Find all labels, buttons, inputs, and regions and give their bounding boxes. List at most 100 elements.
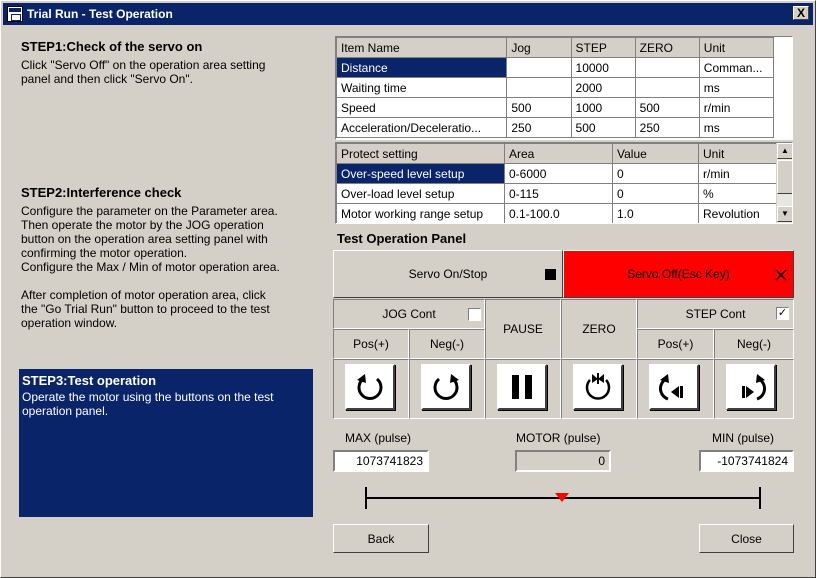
step2-text: Configure the parameter on the Parameter… [21,204,280,330]
scroll-up-icon[interactable]: ▲ [777,143,792,159]
pause-icon [512,375,532,399]
servo-off-label: Servo Off(Esc Key) [627,267,730,281]
trial-run-window: Trial Run - Test Operation X STEP1:Check… [0,0,816,578]
table-cell[interactable]: Comman... [698,57,775,78]
servo-off-button[interactable]: Servo Off(Esc Key) [563,250,794,298]
parameter-grid: Item Name Jog STEP ZERO Unit Distance 10… [335,36,793,140]
step-neg-button[interactable] [726,364,776,410]
table-cell[interactable]: Acceleration/Deceleratio... [336,117,508,138]
zero-label: ZERO [582,322,616,336]
table-cell[interactable]: % [698,183,777,204]
step-cont-label: STEP Cont [685,307,746,321]
table-cell[interactable]: Over-load level setup [336,183,505,204]
close-button[interactable]: Close [699,524,794,553]
panel-title: Test Operation Panel [337,231,467,246]
jog-neg-button[interactable] [421,364,471,410]
column-header-step[interactable]: STEP [570,37,636,58]
step-cw-icon [742,374,766,401]
table-row: Speed 500 1000 500 r/min [336,97,775,118]
servo-on-label: Servo On/Stop [408,267,488,281]
step3-title: STEP3:Test operation [22,373,157,388]
table-cell[interactable]: ms [698,77,775,98]
max-pulse-label: MAX (pulse) [345,431,412,445]
step1-section: STEP1:Check of the servo on Click "Servo… [21,39,313,86]
table-cell[interactable]: 2000 [570,77,636,98]
servo-on-stop-button[interactable]: Servo On/Stop [333,250,563,298]
table-cell[interactable]: ms [698,117,775,138]
step2-section: STEP2:Interference check Configure the p… [21,185,313,330]
table-row: Distance 10000 Comman... [336,57,775,78]
app-icon [7,6,23,22]
jog-pos-button[interactable] [345,364,395,410]
close-label: Close [731,531,762,546]
max-pulse-field[interactable]: 1073741823 [333,450,429,472]
table-cell[interactable]: 250 [506,117,572,138]
table-cell[interactable]: Waiting time [336,77,508,98]
parameter-header-row: Item Name Jog STEP ZERO Unit [336,37,775,58]
close-icon [775,269,787,281]
table-cell[interactable]: 10000 [570,57,636,78]
step-neg-label: Neg(-) [736,337,771,351]
step-neg-header: Neg(-) [714,329,794,359]
table-cell[interactable]: r/min [698,97,775,118]
motor-position-indicator [365,487,761,509]
window-close-button[interactable]: X [793,6,809,20]
step-pos-button[interactable] [649,364,699,410]
table-cell[interactable] [634,57,700,78]
title-bar: Trial Run - Test Operation X [3,3,813,25]
table-cell[interactable]: r/min [698,163,777,184]
scroll-thumb[interactable] [777,160,792,194]
table-row: Over-load level setup 0-115 0 % [336,183,777,204]
step-pos-header: Pos(+) [637,329,714,359]
table-cell[interactable]: 1000 [570,97,636,118]
table-row: Motor working range setup 0.1-100.0 1.0 … [336,203,777,223]
jog-pos-label: Pos(+) [353,337,389,351]
column-header-zero[interactable]: ZERO [634,37,700,58]
jog-neg-label: Neg(-) [429,337,464,351]
min-pulse-field[interactable]: -1073741824 [699,450,794,472]
scroll-down-icon[interactable]: ▼ [777,206,792,222]
zero-header: ZERO [561,299,637,359]
table-cell[interactable] [506,77,572,98]
table-cell[interactable]: Revolution [698,203,777,223]
table-cell[interactable]: 500 [506,97,572,118]
step1-text: Click "Servo Off" on the operation area … [21,58,266,86]
table-cell[interactable]: Speed [336,97,508,118]
protect-grid: Protect setting Area Value Unit Over-spe… [335,142,793,224]
column-header-unit[interactable]: Unit [698,143,777,164]
table-cell[interactable]: 0-6000 [504,163,613,184]
column-header-jog[interactable]: Jog [506,37,572,58]
table-cell[interactable]: Motor working range setup [336,203,505,223]
table-row: Acceleration/Deceleratio... 250 500 250 … [336,117,775,138]
table-cell[interactable]: Over-speed level setup [336,163,505,184]
table-cell[interactable]: 1.0 [612,203,699,223]
protect-scrollbar[interactable]: ▲ ▼ [776,143,792,223]
zero-return-button[interactable] [573,364,623,410]
column-header-unit[interactable]: Unit [698,37,775,58]
table-row: Waiting time 2000 ms [336,77,775,98]
column-header-item-name[interactable]: Item Name [336,37,508,58]
table-cell[interactable]: 250 [634,117,700,138]
jog-pos-header: Pos(+) [333,329,409,359]
table-cell[interactable]: Distance [336,57,508,78]
table-cell[interactable]: 0 [612,163,699,184]
motor-pulse-label: MOTOR (pulse) [516,431,601,445]
table-cell[interactable] [634,77,700,98]
table-cell[interactable]: 500 [634,97,700,118]
table-cell[interactable]: 500 [570,117,636,138]
step-cont-header: STEP Cont [637,299,794,329]
column-header-area[interactable]: Area [504,143,613,164]
motor-pulse-field: 0 [515,450,611,472]
table-cell[interactable]: 0.1-100.0 [504,203,613,223]
table-cell[interactable] [506,57,572,78]
table-cell[interactable]: 0-115 [504,183,613,204]
column-header-protect-setting[interactable]: Protect setting [336,143,505,164]
pause-header: PAUSE [485,299,561,359]
column-header-value[interactable]: Value [612,143,699,164]
back-button[interactable]: Back [333,524,429,553]
step-cont-checkbox[interactable]: ✓ [776,307,789,320]
pause-button[interactable] [497,364,547,410]
min-pulse-label: MIN (pulse) [712,431,775,445]
jog-cont-checkbox[interactable] [468,308,481,321]
table-cell[interactable]: 0 [612,183,699,204]
